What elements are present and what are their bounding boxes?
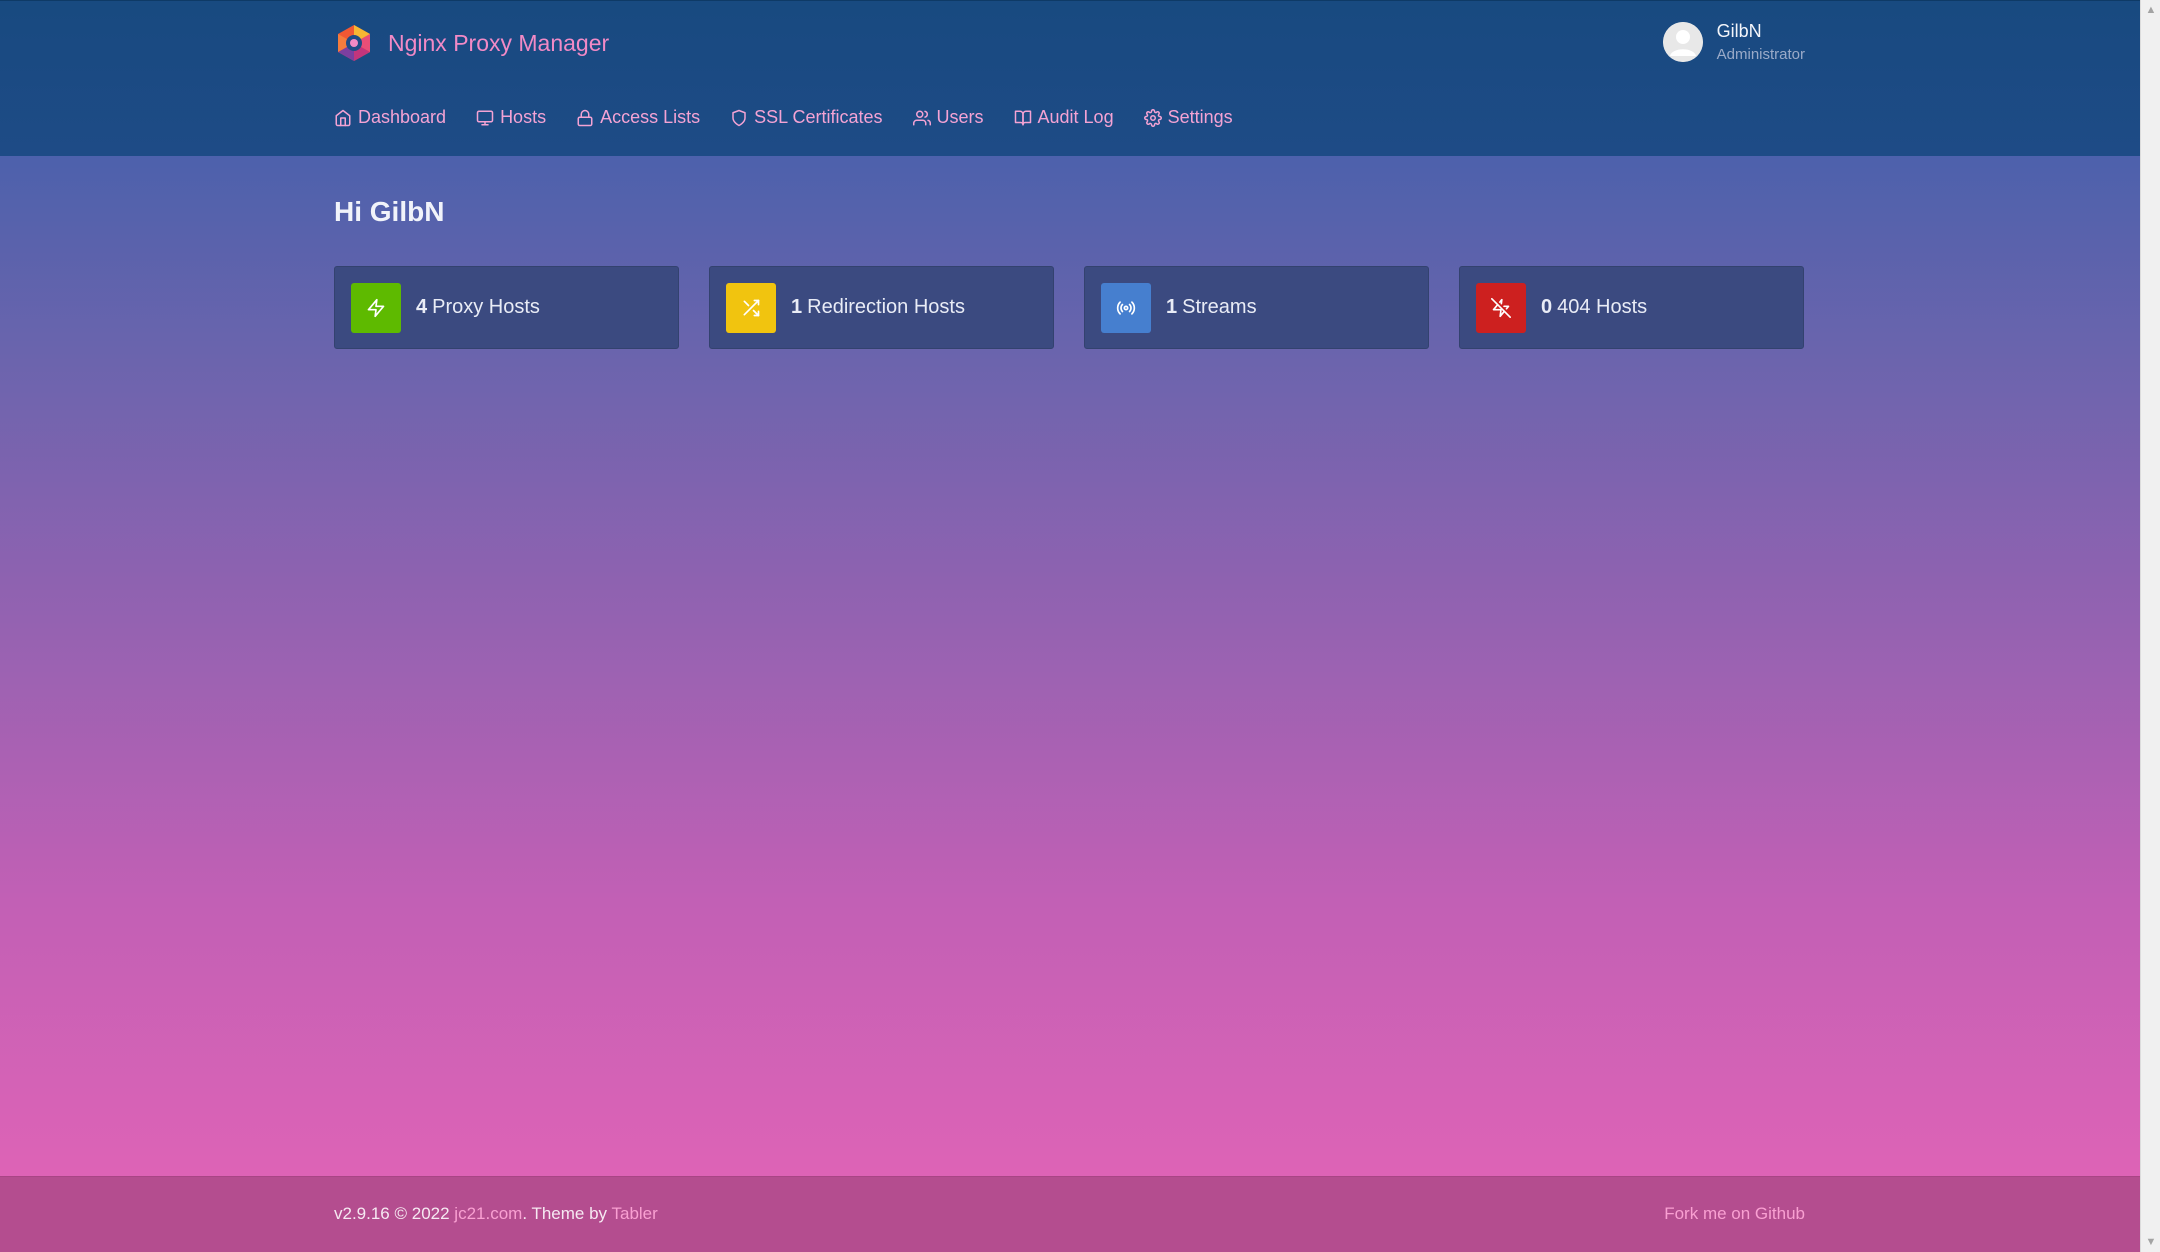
scroll-down-arrow-icon[interactable]: ▼ [2141, 1232, 2160, 1252]
nav-label: SSL Certificates [754, 107, 883, 127]
card-text: 1 Streams [1166, 296, 1257, 319]
nav-item-settings[interactable]: Settings [1143, 107, 1233, 128]
tabler-link[interactable]: Tabler [611, 1204, 657, 1223]
nav-label: Access Lists [600, 107, 701, 127]
streams-label: Streams [1182, 296, 1257, 318]
proxy-hosts-label: Proxy Hosts [432, 296, 540, 318]
streams-card[interactable]: 1 Streams [1084, 266, 1429, 349]
book-icon [1014, 110, 1031, 125]
404-hosts-label: 404 Hosts [1557, 296, 1648, 318]
card-text: 0 404 Hosts [1541, 296, 1647, 319]
vertical-scrollbar[interactable]: ▲ ▼ [2140, 0, 2160, 1252]
main-content: Hi GilbN 4 Proxy Hosts 1 Redirection Hosts [0, 156, 2140, 1176]
nav-item-audit-log[interactable]: Audit Log [1014, 107, 1114, 128]
nav-label: Dashboard [358, 107, 447, 127]
redirection-hosts-label: Redirection Hosts [807, 296, 965, 318]
header: Nginx Proxy Manager GilbN Administrator … [0, 0, 2140, 156]
proxy-hosts-count: 4 [416, 296, 428, 318]
card-icon-box [1476, 282, 1526, 333]
shuffle-icon [743, 299, 760, 316]
fork-github-link[interactable]: Fork me on Github [1664, 1204, 1805, 1223]
zap-icon [367, 298, 385, 317]
brand[interactable]: Nginx Proxy Manager [334, 23, 609, 63]
gear-icon [1143, 108, 1162, 127]
redirection-hosts-count: 1 [791, 296, 803, 318]
jc21-link[interactable]: jc21.com [454, 1204, 522, 1223]
404-hosts-count: 0 [1541, 296, 1553, 318]
user-avatar-icon [1662, 22, 1703, 62]
avatar [1662, 22, 1703, 62]
shield-icon [732, 109, 746, 126]
monitor-icon [476, 110, 494, 125]
page: Nginx Proxy Manager GilbN Administrator … [0, 0, 2140, 1252]
nav-label: Settings [1167, 107, 1233, 127]
footer: v2.9.16 © 2022 jc21.com. Theme by Tabler… [0, 1176, 2140, 1252]
nav-item-users[interactable]: Users [912, 107, 984, 128]
home-icon [335, 109, 351, 126]
nav-label: Audit Log [1037, 107, 1114, 127]
nav-label: Users [936, 107, 984, 127]
card-icon-box [726, 282, 776, 333]
theme-text: . Theme by [522, 1204, 608, 1223]
nav-item-dashboard[interactable]: Dashboard [334, 107, 446, 128]
scroll-up-arrow-icon[interactable]: ▲ [2141, 0, 2160, 20]
footer-credits: v2.9.16 © 2022 jc21.com. Theme by Tabler [334, 1204, 658, 1224]
radio-icon [1116, 300, 1136, 315]
brand-name: Nginx Proxy Manager [388, 29, 610, 56]
redirection-hosts-card[interactable]: 1 Redirection Hosts [709, 266, 1054, 349]
streams-count: 1 [1166, 296, 1178, 318]
user-role: Administrator [1716, 46, 1805, 63]
lock-icon [577, 109, 593, 126]
nav-item-access-lists[interactable]: Access Lists [576, 107, 700, 128]
nginx-proxy-manager-logo-icon [338, 25, 370, 61]
version-text: v2.9.16 © 2022 [334, 1204, 450, 1223]
card-icon-box [351, 282, 401, 333]
zap-off-icon [1491, 297, 1511, 318]
user-name: GilbN [1716, 21, 1762, 41]
card-text: 1 Redirection Hosts [791, 296, 965, 319]
proxy-hosts-card[interactable]: 4 Proxy Hosts [334, 266, 679, 349]
page-title: Hi GilbN [334, 196, 445, 227]
nav-label: Hosts [500, 107, 547, 127]
footer-right: Fork me on Github [1664, 1204, 1805, 1224]
404-hosts-card[interactable]: 0 404 Hosts [1459, 266, 1804, 349]
card-text: 4 Proxy Hosts [416, 296, 540, 319]
card-icon-box [1101, 282, 1151, 333]
nav-item-hosts[interactable]: Hosts [476, 107, 546, 128]
nav-item-ssl-certificates[interactable]: SSL Certificates [730, 107, 883, 128]
users-icon [912, 110, 931, 125]
main-nav: Dashboard Hosts Access Lists SSL Certifi… [334, 107, 1233, 128]
user-menu[interactable]: GilbN Administrator [1662, 21, 1805, 63]
stats-cards: 4 Proxy Hosts 1 Redirection Hosts 1 Streams [334, 266, 1804, 349]
